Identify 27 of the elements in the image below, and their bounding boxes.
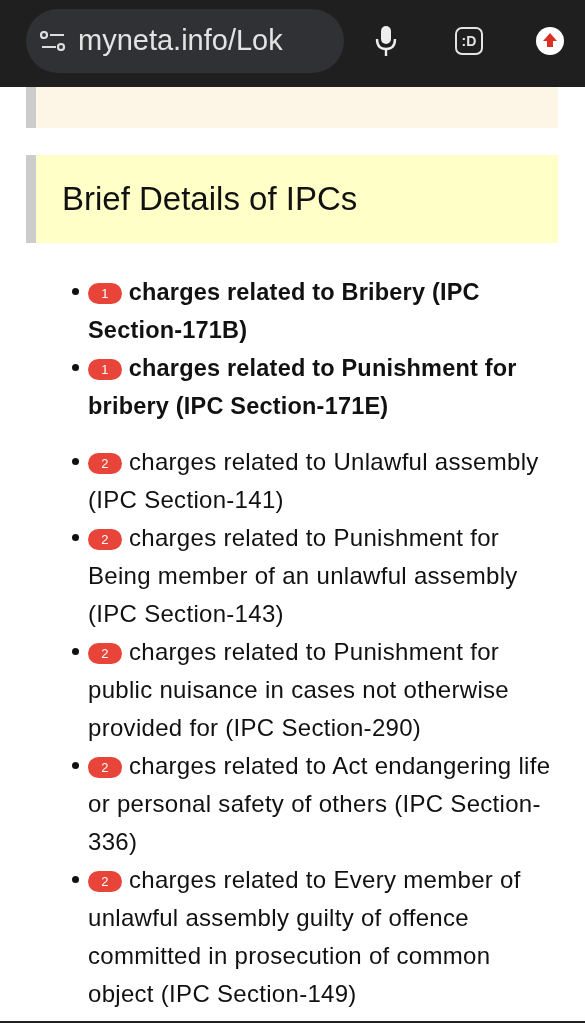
microphone-icon[interactable] bbox=[375, 24, 397, 57]
site-settings-icon[interactable] bbox=[40, 30, 66, 51]
count-badge: 2 bbox=[88, 453, 122, 474]
count-badge: 2 bbox=[88, 529, 122, 550]
bullet-icon bbox=[72, 876, 79, 883]
count-badge: 2 bbox=[88, 871, 122, 892]
charge-text: 2 charges related to Punishment for public nuisance in cases not otherwise provided for (IPC Section-290) bbox=[88, 637, 510, 743]
charge-text: 2 charges related to Every member of unlawful assembly guilty of offence committed in prosecution of common object (IPC Section-149) bbox=[88, 865, 522, 1009]
bullet-icon bbox=[72, 288, 79, 295]
count-badge: 1 bbox=[88, 359, 122, 380]
charge-text: 1 charges related to Punishment for bribery (IPC Section-171E) bbox=[88, 354, 518, 421]
charge-text: 2 charges related to Punishment for Being member of an unlawful assembly (IPC Section-143) bbox=[88, 523, 519, 629]
bullet-icon bbox=[72, 364, 79, 371]
bullet-icon bbox=[72, 762, 79, 769]
extension-button[interactable]: :D bbox=[455, 26, 483, 55]
charge-text: 2 charges related to Act endangering life or personal safety of others (IPC Section-336) bbox=[88, 751, 552, 857]
charge-text: 2 charges related to Unlawful assembly (IPC Section-141) bbox=[88, 447, 540, 515]
count-badge: 1 bbox=[88, 283, 122, 304]
section-heading: Brief Details of IPCs bbox=[62, 180, 358, 218]
address-bar[interactable]: myneta.info/Lok bbox=[26, 8, 344, 73]
bullet-icon bbox=[72, 458, 79, 465]
charge-text: 1 charges related to Bribery (IPC Section-171B) bbox=[88, 278, 481, 345]
bullet-icon bbox=[72, 534, 79, 541]
count-badge: 2 bbox=[88, 757, 122, 778]
url-text: myneta.info/Lok bbox=[78, 24, 283, 57]
bullet-icon bbox=[72, 648, 79, 655]
count-badge: 2 bbox=[88, 643, 122, 664]
